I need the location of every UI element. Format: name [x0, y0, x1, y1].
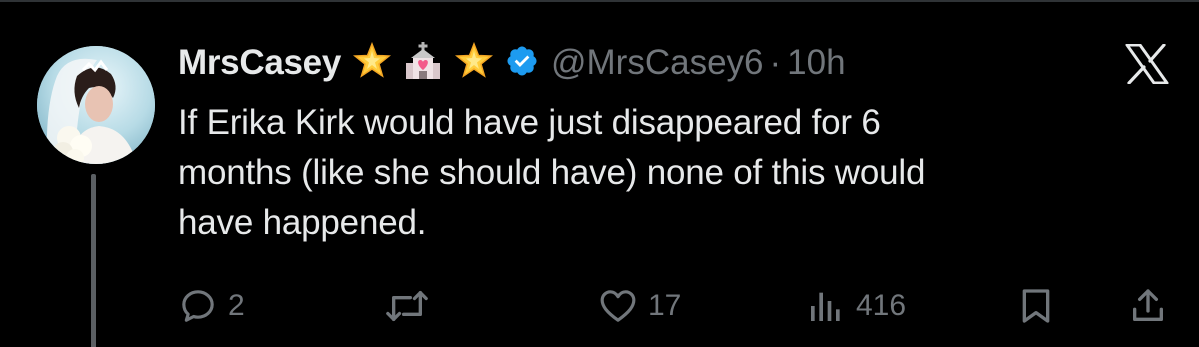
tweet-text: If Erika Kirk would have just disappeare…: [178, 98, 1138, 248]
user-handle[interactable]: @MrsCasey6: [551, 43, 764, 83]
retweet-button[interactable]: [384, 282, 430, 330]
retweet-icon: [386, 291, 428, 321]
star-emoji-icon: [454, 41, 494, 85]
heart-icon: [600, 290, 636, 322]
thread-line: [91, 174, 96, 347]
views-chart-icon: [811, 292, 840, 321]
like-button[interactable]: 17: [598, 282, 681, 330]
verified-badge-icon[interactable]: [505, 44, 539, 83]
x-logo-icon: [1125, 43, 1169, 85]
share-icon: [1133, 289, 1163, 321]
reply-count: 2: [228, 289, 245, 322]
bookmark-button[interactable]: [1016, 282, 1056, 330]
like-count: 17: [648, 289, 682, 322]
avatar-image: [37, 46, 155, 164]
tweet-card[interactable]: MrsCasey @MrsCasey6 · 10h If Erika Kirk …: [0, 0, 1199, 347]
tweet-text-line: have happened.: [178, 203, 427, 242]
tweet-header: MrsCasey @MrsCasey6 · 10h: [178, 40, 846, 86]
display-name[interactable]: MrsCasey: [178, 43, 341, 83]
tweet-text-line: months (like she should have) none of th…: [178, 153, 926, 192]
separator-dot: ·: [769, 43, 782, 82]
timestamp[interactable]: 10h: [787, 43, 845, 83]
reply-icon: [182, 290, 214, 322]
bookmark-icon: [1022, 289, 1050, 323]
star-emoji-icon: [352, 41, 392, 85]
view-count: 416: [856, 289, 907, 322]
wedding-chapel-emoji-icon: [403, 41, 443, 86]
avatar[interactable]: [37, 46, 155, 164]
share-button[interactable]: [1128, 282, 1168, 330]
reply-button[interactable]: 2: [178, 282, 245, 330]
tweet-text-line: If Erika Kirk would have just disappeare…: [178, 103, 881, 142]
views-button[interactable]: 416: [806, 282, 906, 330]
action-bar: 2 17 416: [178, 282, 1168, 330]
